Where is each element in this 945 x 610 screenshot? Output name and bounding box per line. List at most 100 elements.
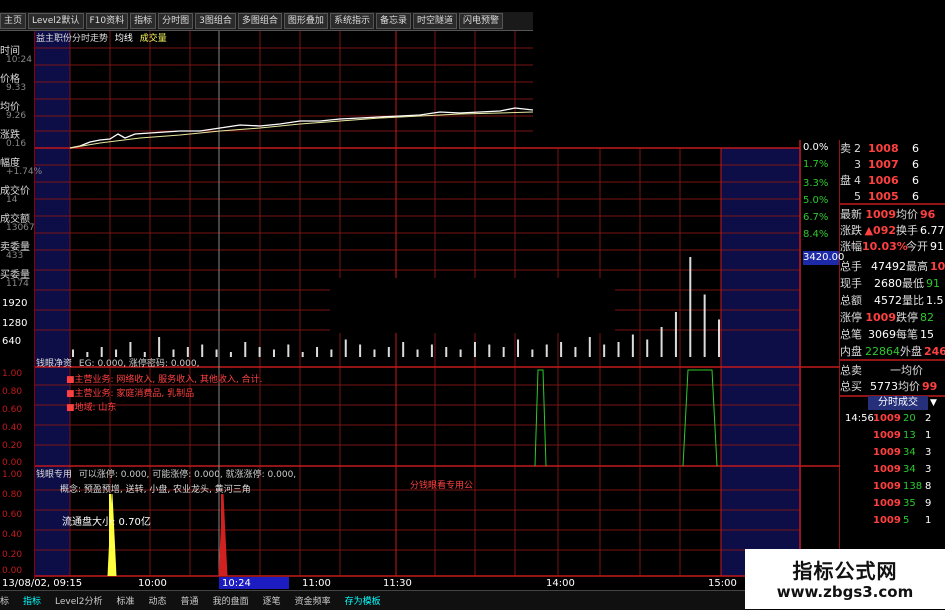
ind1-axis: 0.60 xyxy=(2,405,23,415)
ind1-note: ■地域: 山东 xyxy=(66,403,117,413)
ob-price: 1005 xyxy=(868,189,899,203)
tick-num: 8 xyxy=(925,481,932,492)
ob-vol: 6 xyxy=(912,173,919,187)
bottom-tab[interactable]: 标准 xyxy=(117,594,135,607)
ind1-axis: 0.00 xyxy=(2,458,23,468)
ob-price: 1006 xyxy=(868,173,899,187)
time-label: 11:00 xyxy=(302,578,331,589)
quote-value: ▲092 xyxy=(864,223,896,237)
quote-key: 涨幅 xyxy=(840,240,862,253)
volume-bar xyxy=(574,347,577,357)
volume-bar xyxy=(660,327,663,357)
sb-value: 99 xyxy=(922,379,938,393)
ind1-axis: 0.20 xyxy=(2,441,23,451)
ind2-axis: 0.20 xyxy=(2,550,23,560)
volume-bar xyxy=(488,344,491,357)
bottom-tab[interactable]: 指标 xyxy=(23,594,41,607)
tick-vol: 34 xyxy=(903,447,916,458)
ind1-note-text: 主营业务: 网络收入, 服务收入, 其他收入, 合计. xyxy=(74,375,263,385)
volume-bar xyxy=(689,257,692,357)
sb-key: 总卖 xyxy=(840,364,862,377)
tick-row: 1009 13 1 xyxy=(845,430,931,441)
volume-bar xyxy=(258,347,261,357)
ind1-params: EG: 0.000, 涨停密码: 0.000, xyxy=(78,359,200,369)
tick-time: 14:56 xyxy=(845,413,874,424)
chart-title: 益主职份分时走势 均线 成交量 xyxy=(36,31,167,44)
tick-price: 1009 xyxy=(873,498,901,509)
sb-key: 一均价 xyxy=(890,364,923,377)
quote-row: 涨停 1009 跌停 82 xyxy=(840,309,934,325)
ob-side: 卖 xyxy=(840,142,851,155)
chevron-down-icon[interactable]: ▼ xyxy=(930,398,937,408)
tick-num: 3 xyxy=(925,464,932,475)
quote-value: 2680 xyxy=(874,276,902,290)
price-marker: 3420.00 xyxy=(803,251,845,265)
ob-level: 2 xyxy=(854,141,861,155)
ind1-axis: 0.80 xyxy=(2,387,23,397)
ind1-note-text: 主营业务: 家庭消费品, 乳制品 xyxy=(74,389,195,399)
bottom-tab[interactable]: 标 xyxy=(0,594,9,607)
ind1-axis: 0.40 xyxy=(2,423,23,433)
quote-key: 均价 xyxy=(896,208,918,221)
orderbook-row: 盘 4 1006 6 xyxy=(840,172,919,188)
volume-bar xyxy=(718,319,720,357)
sellbuy-row: 总买 5773 均价 99 xyxy=(840,378,937,394)
time-label: 13/08/02, 09:15 xyxy=(2,578,83,589)
tick-num: 9 xyxy=(925,498,932,509)
pct-label: 8.4% xyxy=(803,229,829,240)
volume-bar xyxy=(287,344,290,357)
quote-key: 内盘 xyxy=(840,345,862,358)
bottom-tab[interactable]: 资金频率 xyxy=(295,594,331,607)
volume-axis-label: 640 xyxy=(2,336,22,347)
quote-value: 2462 xyxy=(924,344,945,358)
bottom-tab[interactable]: 普通 xyxy=(181,594,199,607)
info-value: 9.33 xyxy=(6,83,27,93)
tick-num: 1 xyxy=(925,430,932,441)
ob-level: 4 xyxy=(854,173,861,187)
ob-price: 1008 xyxy=(868,141,899,155)
quote-key: 每笔 xyxy=(896,328,918,341)
volume-bar xyxy=(272,349,275,357)
volume-label: 成交量 xyxy=(139,34,167,44)
time-label: 14:00 xyxy=(546,578,575,589)
volume-bar xyxy=(359,344,362,357)
tick-num: 3 xyxy=(925,447,932,458)
volume-bar xyxy=(603,344,606,357)
info-value: 14 xyxy=(6,195,18,205)
quote-key: 最高 xyxy=(906,260,928,273)
ticks-title-tab[interactable]: 分时成交 xyxy=(868,396,928,410)
bottom-tab[interactable]: 动态 xyxy=(149,594,167,607)
bottom-tab[interactable]: 我的盘面 xyxy=(213,594,249,607)
quote-value: 82 xyxy=(920,310,934,324)
bottom-tab[interactable]: Level2分析 xyxy=(55,594,102,607)
quote-value: 91 xyxy=(926,276,940,290)
bottom-tab[interactable]: 存为模板 xyxy=(345,594,381,607)
info-value: 13067 xyxy=(6,223,35,233)
bottom-tab[interactable]: 逐笔 xyxy=(263,594,281,607)
info-value: 9.26 xyxy=(6,111,27,121)
tick-row: 1009 34 3 xyxy=(845,447,931,458)
info-value: 10:24 xyxy=(6,55,32,65)
volume-bar xyxy=(158,337,161,357)
bottom-tab-bar: 标 指标 Level2分析 标准 动态 普通 我的盘面 逐笔 资金频率 存为模板 xyxy=(0,590,760,610)
volume-bar xyxy=(229,352,232,357)
volume-bar xyxy=(531,349,534,357)
quote-value: 3069 xyxy=(868,327,896,341)
quote-row: 总笔 3069 每笔 15 xyxy=(840,326,934,342)
tick-price: 1009 xyxy=(873,447,901,458)
quote-key: 涨跌 xyxy=(840,224,862,237)
orderbook-row: 卖 2 1008 6 xyxy=(840,140,919,156)
pct-label: 6.7% xyxy=(803,212,829,223)
series-label: 均线 xyxy=(114,34,133,44)
quote-value: 1009 xyxy=(865,310,896,324)
quote-key: 换手 xyxy=(896,224,918,237)
volume-bar xyxy=(129,342,132,357)
info-value: +1.74% xyxy=(6,167,43,177)
tick-num: 2 xyxy=(925,413,932,424)
quote-value: 47492 xyxy=(871,259,906,273)
tick-price: 1009 xyxy=(873,413,901,424)
volume-bar xyxy=(244,342,247,357)
tick-row: 1009 5 1 xyxy=(845,515,931,526)
tick-vol: 35 xyxy=(903,498,916,509)
sb-value: 5773 xyxy=(870,379,898,393)
